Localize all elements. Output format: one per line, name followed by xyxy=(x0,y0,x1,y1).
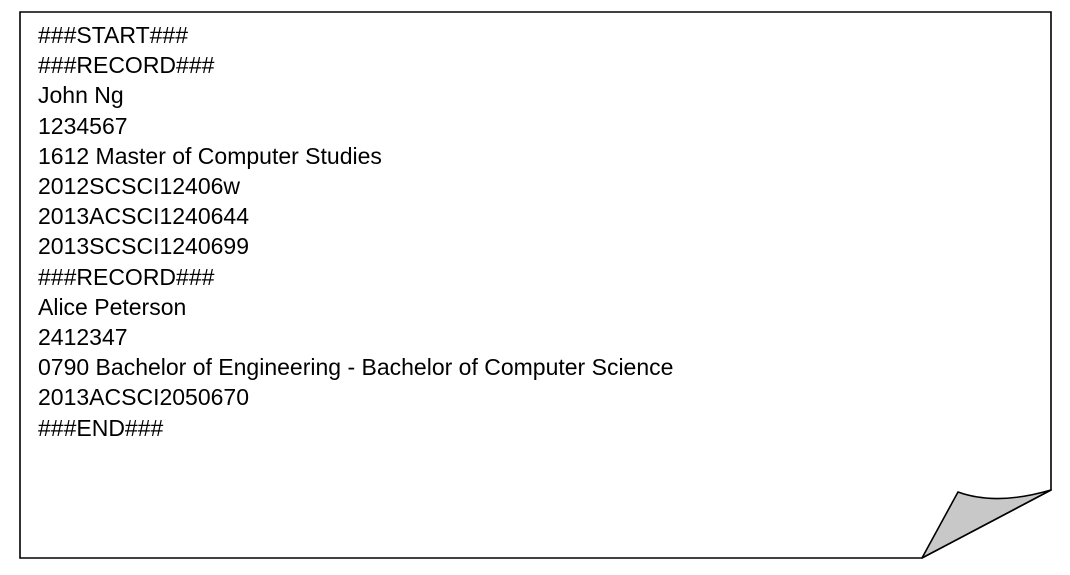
text-line-end-marker: ###END### xyxy=(38,414,164,441)
text-line-student-id: 2412347 xyxy=(38,324,128,351)
text-line-start-marker: ###START### xyxy=(38,22,189,48)
text-line-program: 0790 Bachelor of Engineering - Bachelor … xyxy=(38,354,674,381)
text-line-course-entry: 2013ACSCI1240644 xyxy=(38,203,249,230)
text-line-course-entry: 2013ACSCI2050670 xyxy=(38,384,249,411)
text-line-student-name: John Ng xyxy=(38,82,124,109)
text-line-course-entry: 2012SCSCI12406w xyxy=(38,173,241,200)
text-line-record-marker: ###RECORD### xyxy=(38,52,215,79)
text-line-course-entry: 2013SCSCI1240699 xyxy=(38,233,249,260)
text-line-record-marker: ###RECORD### xyxy=(38,263,215,290)
text-line-student-name: Alice Peterson xyxy=(38,293,187,320)
text-line-student-id: 1234567 xyxy=(38,112,128,139)
record-text-block: ###START### ###RECORD### John Ng 1234567… xyxy=(38,20,673,443)
text-line-program: 1612 Master of Computer Studies xyxy=(38,142,382,169)
